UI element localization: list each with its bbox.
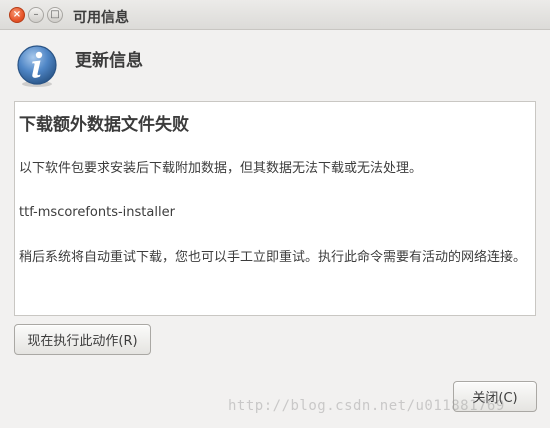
maximize-window-button[interactable]: □ <box>47 7 63 23</box>
watermark: http://blog.csdn.net/u011881769 <box>228 398 505 414</box>
close-window-button[interactable]: × <box>9 7 25 23</box>
info-icon <box>17 45 57 87</box>
maximize-icon: □ <box>50 9 60 20</box>
message-panel: 下载额外数据文件失败 以下软件包要求安装后下载附加数据，但其数据无法下载或无法处… <box>14 101 536 316</box>
minimize-window-button[interactable]: – <box>28 7 44 23</box>
run-now-button[interactable]: 现在执行此动作(R) <box>14 324 151 355</box>
message-title: 下载额外数据文件失败 <box>19 115 189 135</box>
minimize-icon: – <box>33 9 39 20</box>
dialog-window: × – □ 可用信息 更新信息 下载额外数据文件失败 以下软件包要求安装后下载附… <box>0 0 550 428</box>
window-title: 可用信息 <box>73 10 129 26</box>
message-description: 以下软件包要求安装后下载附加数据，但其数据无法下载或无法处理。 <box>19 161 423 176</box>
close-icon: × <box>12 9 22 20</box>
package-name: ttf-mscorefonts-installer <box>19 205 175 220</box>
header-title: 更新信息 <box>75 51 143 71</box>
retry-note: 稍后系统将自动重试下载，您也可以手工立即重试。执行此命令需要有活动的网络连接。 <box>19 250 527 265</box>
title-bar[interactable]: × – □ 可用信息 <box>0 0 550 30</box>
